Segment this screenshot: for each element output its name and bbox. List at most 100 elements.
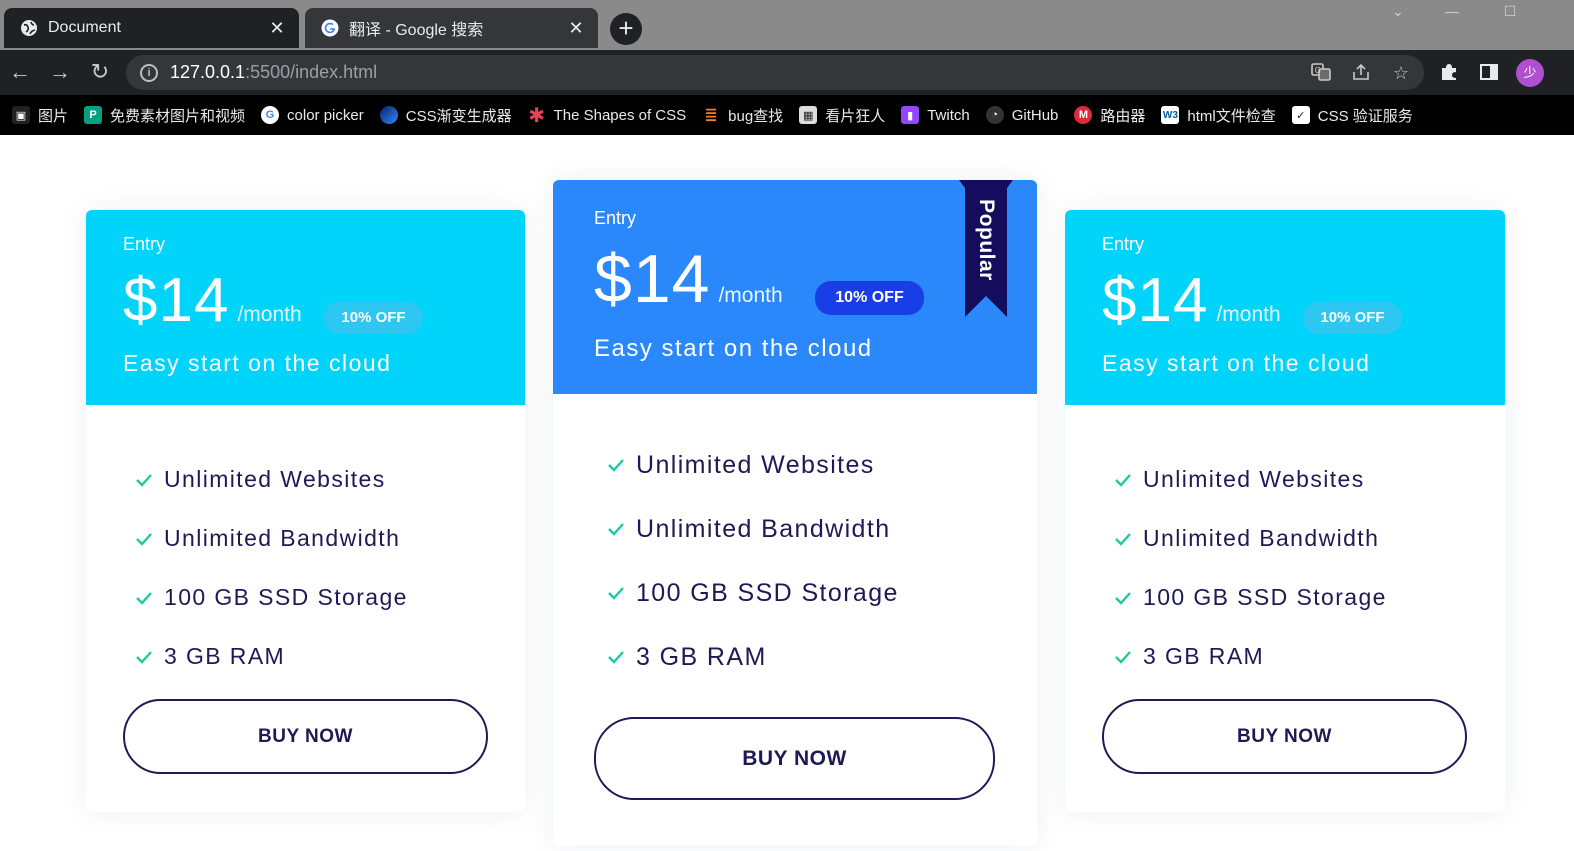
bookmark-item[interactable]: ✓ CSS 验证服务 <box>1291 105 1413 126</box>
check-icon <box>606 455 626 475</box>
check-icon <box>1113 588 1133 608</box>
gradient-icon <box>379 106 398 124</box>
new-tab-button[interactable]: + <box>610 13 642 45</box>
bookmark-star-icon[interactable]: ☆ <box>1390 62 1412 84</box>
tab-title: 翻译 - Google 搜索 <box>349 22 484 39</box>
feature-item: Unlimited Websites <box>1113 450 1387 509</box>
globe-icon <box>20 19 38 37</box>
pricing-card-entry-left: Entry $14 /month 10% OFF Easy start on t… <box>86 210 525 812</box>
router-icon: M <box>1074 106 1093 124</box>
feature-item: Unlimited Websites <box>134 450 408 509</box>
plan-tier: Entry <box>1102 234 1145 254</box>
card-header: Entry $14 /month 10% OFF Easy start on t… <box>1065 210 1505 405</box>
check-icon <box>134 529 154 549</box>
tab-google-search[interactable]: 翻译 - Google 搜索 ✕ <box>305 8 598 48</box>
w3c-icon: W3 <box>1161 106 1180 124</box>
billing-period: /month <box>718 284 783 307</box>
check-icon <box>606 583 626 603</box>
feature-list: Unlimited Websites Unlimited Bandwidth 1… <box>606 433 899 689</box>
bookmark-item[interactable]: Gcolor picker <box>261 106 364 124</box>
check-icon <box>1113 529 1133 549</box>
github-icon: ◔ <box>985 106 1004 124</box>
bookmark-item[interactable]: ≣ bug查找 <box>702 105 783 126</box>
pricing-page: Entry $14 /month 10% OFF Easy start on t… <box>0 135 1574 851</box>
close-icon[interactable]: ✕ <box>267 18 287 38</box>
feature-list: Unlimited Websites Unlimited Bandwidth 1… <box>134 450 408 686</box>
tab-title: Document <box>48 19 121 36</box>
plan-price: $14 <box>1102 266 1209 335</box>
share-icon[interactable] <box>1350 62 1372 84</box>
browser-toolbar: ← → ↻ i 127.0.0.1:5500/index.html G ☆ 少 <box>0 50 1574 95</box>
asterisk-icon: ✱ <box>528 104 545 127</box>
feature-item: Unlimited Bandwidth <box>1113 509 1387 568</box>
stackoverflow-icon: ≣ <box>704 107 718 124</box>
check-icon <box>134 647 154 667</box>
bookmark-item[interactable]: ✱ The Shapes of CSS <box>528 104 686 127</box>
buy-now-button[interactable]: BUY NOW <box>594 717 995 800</box>
card-header: Entry $14 /month 10% OFF Easy start on t… <box>86 210 525 405</box>
translate-icon[interactable]: G <box>1310 62 1332 84</box>
plan-tagline: Easy start on the cloud <box>123 350 392 376</box>
discount-badge: 10% OFF <box>324 302 423 334</box>
check-icon <box>134 588 154 608</box>
extensions-puzzle-icon[interactable] <box>1438 62 1460 84</box>
bookmark-item[interactable]: P 免费素材图片和视频 <box>84 105 245 126</box>
buy-now-button[interactable]: BUY NOW <box>123 699 488 774</box>
check-icon <box>606 647 626 667</box>
check-icon <box>1113 470 1133 490</box>
feature-item: 3 GB RAM <box>134 627 408 686</box>
side-panel-icon[interactable] <box>1478 62 1500 84</box>
discount-badge: 10% OFF <box>1303 302 1402 334</box>
price-row: $14 /month <box>123 265 302 336</box>
url-text: 127.0.0.1:5500/index.html <box>170 62 378 82</box>
price-row: $14 /month <box>1102 265 1281 336</box>
bookmark-item[interactable]: ▮ Twitch <box>901 106 970 124</box>
feature-item: 100 GB SSD Storage <box>606 561 899 625</box>
check-icon <box>134 470 154 490</box>
buy-now-button[interactable]: BUY NOW <box>1102 699 1467 774</box>
google-icon <box>321 19 339 37</box>
bookmark-item[interactable]: M 路由器 <box>1074 105 1145 126</box>
feature-item: Unlimited Bandwidth <box>134 509 408 568</box>
address-bar[interactable]: i 127.0.0.1:5500/index.html <box>126 55 1424 90</box>
pricing-card-entry-featured: Entry $14 /month 10% OFF Easy start on t… <box>553 180 1037 846</box>
bookmark-item[interactable]: ▣ 图片 <box>12 105 68 126</box>
pexels-icon: P <box>84 106 103 124</box>
plan-tier: Entry <box>123 234 166 254</box>
bookmark-item[interactable]: W3 html文件检查 <box>1161 105 1276 126</box>
plan-price: $14 <box>123 266 230 335</box>
price-row: $14 /month <box>594 240 783 318</box>
pricing-card-entry-right: Entry $14 /month 10% OFF Easy start on t… <box>1065 210 1505 812</box>
bookmark-item[interactable]: ▦ 看片狂人 <box>799 105 885 126</box>
check-icon <box>606 519 626 539</box>
close-icon[interactable]: ✕ <box>566 18 586 38</box>
ribbon-label: Popular <box>975 199 998 281</box>
profile-avatar[interactable]: 少 <box>1516 59 1544 87</box>
site-info-icon[interactable]: i <box>140 63 158 82</box>
feature-item: 3 GB RAM <box>1113 627 1387 686</box>
reload-icon[interactable]: ↻ <box>88 60 112 84</box>
film-icon: ▦ <box>799 106 818 124</box>
tab-document[interactable]: Document ✕ <box>4 8 299 48</box>
feature-item: 3 GB RAM <box>606 625 899 689</box>
forward-arrow-icon[interactable]: → <box>48 60 72 84</box>
back-arrow-icon[interactable]: ← <box>8 60 32 84</box>
feature-item: Unlimited Bandwidth <box>606 497 899 561</box>
twitch-icon: ▮ <box>901 106 920 124</box>
google-icon: G <box>261 106 280 124</box>
feature-item: Unlimited Websites <box>606 433 899 497</box>
feature-item: 100 GB SSD Storage <box>1113 568 1387 627</box>
tab-search-icon[interactable]: ⌄ <box>1378 0 1418 24</box>
maximize-icon[interactable]: ☐ <box>1490 0 1530 24</box>
bookmark-item[interactable]: ◔ GitHub <box>985 106 1058 124</box>
billing-period: /month <box>1216 303 1281 326</box>
check-icon <box>1113 647 1133 667</box>
browser-tab-strip: Document ✕ 翻译 - Google 搜索 ✕ + ⌄ — ☐ <box>0 0 1574 50</box>
feature-list: Unlimited Websites Unlimited Bandwidth 1… <box>1113 450 1387 686</box>
card-header: Entry $14 /month 10% OFF Easy start on t… <box>553 180 1037 394</box>
plan-price: $14 <box>594 241 711 317</box>
bookmark-item[interactable]: CSS渐变生成器 <box>379 105 512 126</box>
bookmarks-bar: ▣ 图片 P 免费素材图片和视频 Gcolor picker CSS渐变生成器 ✱ T… <box>0 95 1574 135</box>
minimize-icon[interactable]: — <box>1432 0 1472 24</box>
image-icon: ▣ <box>12 106 30 124</box>
